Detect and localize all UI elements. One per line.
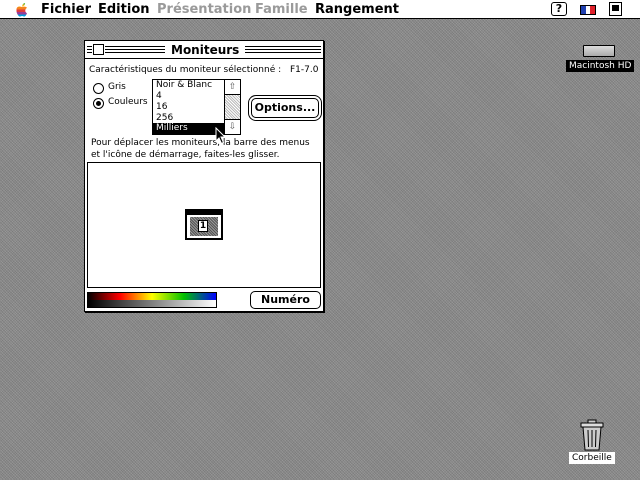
radio-gris-label[interactable]: Gris: [108, 82, 126, 92]
menu-fichier[interactable]: Fichier: [41, 1, 91, 18]
hard-disk-icon[interactable]: [583, 45, 615, 57]
radio-couleurs-label[interactable]: Couleurs: [108, 97, 148, 107]
monitors-window: Moniteurs Caractéristiques du moniteur s…: [84, 40, 324, 312]
french-flag-icon[interactable]: [580, 5, 596, 15]
list-item[interactable]: 16: [153, 102, 224, 113]
monitor-arrangement-area: 1: [87, 162, 321, 288]
trash-label[interactable]: Corbeille: [569, 452, 615, 464]
arrow-cursor-icon: [215, 127, 227, 145]
application-icon[interactable]: [609, 2, 622, 16]
hard-disk-label[interactable]: Macintosh HD: [566, 60, 635, 72]
list-item[interactable]: Noir & Blanc: [153, 80, 224, 91]
version-label: F1-7.0: [290, 65, 319, 75]
window-title: Moniteurs: [165, 42, 246, 58]
menu-famille[interactable]: Famille: [255, 1, 308, 18]
options-button[interactable]: Options...: [251, 98, 319, 118]
menu-edition[interactable]: Edition: [98, 1, 150, 18]
menubar-indicator: [187, 211, 221, 215]
instructions-text: Pour déplacer les moniteurs, la barre de…: [91, 137, 321, 161]
window-title-bar[interactable]: Moniteurs: [85, 41, 323, 59]
scroll-down-arrow-icon[interactable]: ⇩: [225, 119, 240, 134]
scroll-up-arrow-icon[interactable]: ⇧: [225, 80, 240, 95]
radio-couleurs[interactable]: [93, 98, 104, 109]
close-box[interactable]: [93, 44, 104, 55]
instructions-line-1: Pour déplacer les moniteurs, la barre de…: [91, 138, 310, 148]
characteristics-label: Caractéristiques du moniteur sélectionné…: [89, 65, 282, 75]
apple-icon[interactable]: [14, 2, 30, 17]
list-scrollbar[interactable]: ⇧ ⇩: [224, 80, 240, 134]
color-depth-list[interactable]: Noir & Blanc 4 16 256 Milliers ⇧ ⇩: [152, 79, 241, 135]
trash-icon[interactable]: [578, 419, 606, 451]
help-icon[interactable]: ?: [551, 2, 567, 16]
menu-presentation[interactable]: Présentation: [157, 1, 251, 18]
menu-rangement[interactable]: Rangement: [315, 1, 399, 18]
radio-gris[interactable]: [93, 83, 104, 94]
menu-bar: Fichier Edition Présentation Famille Ran…: [0, 0, 640, 19]
list-item-selected[interactable]: Milliers: [153, 123, 224, 134]
monitor-number: 1: [198, 220, 208, 232]
monitor-icon[interactable]: 1: [185, 209, 223, 240]
color-spectrum-bar: [87, 292, 217, 308]
instructions-line-2: et l'icône de démarrage, faites-les glis…: [91, 150, 280, 160]
numero-button[interactable]: Numéro: [250, 291, 321, 309]
list-item[interactable]: 4: [153, 91, 224, 102]
